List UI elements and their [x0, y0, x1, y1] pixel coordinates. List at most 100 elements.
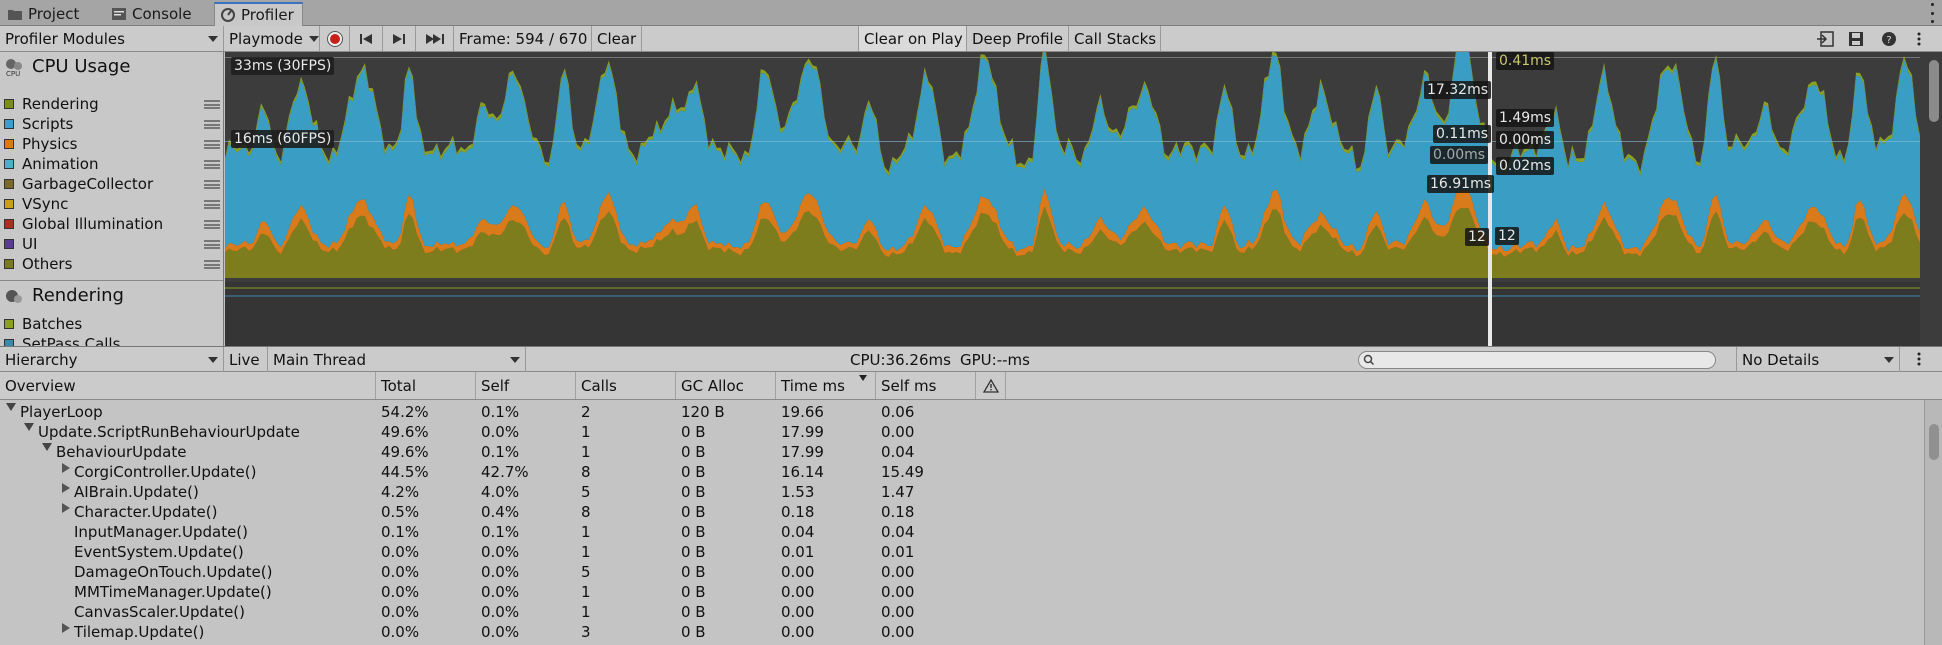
- table-row[interactable]: AIBrain.Update() 4.2% 4.0% 5 0 B 1.53 1.47: [0, 482, 1924, 502]
- search-icon: [1363, 354, 1375, 366]
- toolbar-menu-button[interactable]: [1910, 30, 1928, 48]
- column-overview[interactable]: Overview: [0, 372, 376, 399]
- cell-calls: 1: [581, 583, 591, 601]
- column-time-ms[interactable]: Time ms: [776, 372, 876, 399]
- legend-swatch[interactable]: [4, 159, 14, 169]
- table-row[interactable]: BehaviourUpdate 49.6% 0.1% 1 0 B 17.99 0.04: [0, 442, 1924, 462]
- table-row[interactable]: EventSystem.Update() 0.0% 0.0% 1 0 B 0.01 0.01: [0, 542, 1924, 562]
- legend-item-setpass-calls[interactable]: SetPass Calls: [4, 334, 220, 346]
- view-mode-dropdown[interactable]: Hierarchy: [0, 347, 224, 372]
- table-row[interactable]: DamageOnTouch.Update() 0.0% 0.0% 5 0 B 0.00 0.…: [0, 562, 1924, 582]
- profiler-modules-dropdown[interactable]: Profiler Modules: [0, 26, 224, 51]
- legend-swatch[interactable]: [4, 219, 14, 229]
- clear-button[interactable]: Clear: [592, 26, 642, 51]
- table-row[interactable]: Update.ScriptRunBehaviourUpdate 49.6% 0.0%…: [0, 422, 1924, 442]
- legend-swatch[interactable]: [4, 239, 14, 249]
- call-stacks-toggle[interactable]: Call Stacks: [1069, 26, 1161, 51]
- details-menu-button[interactable]: [1910, 350, 1928, 368]
- column-calls[interactable]: Calls: [576, 372, 676, 399]
- collapsed-arrow-icon[interactable]: [62, 503, 70, 513]
- collapsed-arrow-icon[interactable]: [62, 483, 70, 493]
- clear-on-play-toggle[interactable]: Clear on Play: [858, 26, 967, 51]
- column-time-ms-label: Time ms: [781, 376, 845, 395]
- rendering-module-header[interactable]: Rendering: [4, 285, 124, 306]
- search-input[interactable]: [1358, 351, 1716, 369]
- cell-time: 0.01: [781, 543, 815, 561]
- column-self-ms[interactable]: Self ms: [876, 372, 976, 399]
- legend-item-physics[interactable]: Physics: [4, 134, 220, 154]
- previous-frame-button[interactable]: [350, 26, 383, 51]
- cell-total: 0.0%: [381, 543, 420, 561]
- tab-profiler[interactable]: Profiler: [214, 2, 303, 26]
- column-gc-alloc[interactable]: GC Alloc: [676, 372, 776, 399]
- clear-on-play-label: Clear on Play: [864, 29, 963, 48]
- legend-item-rendering[interactable]: Rendering: [4, 94, 220, 114]
- column-warnings[interactable]: [976, 372, 1006, 399]
- drag-handle-icon[interactable]: [204, 160, 220, 169]
- column-self[interactable]: Self: [476, 372, 576, 399]
- legend-item-scripts[interactable]: Scripts: [4, 114, 220, 134]
- table-row[interactable]: Character.Update() 0.5% 0.4% 8 0 B 0.18 0.18: [0, 502, 1924, 522]
- legend-swatch[interactable]: [4, 99, 14, 109]
- hierarchy-scrollbar[interactable]: [1924, 400, 1942, 645]
- cpu-usage-chart[interactable]: 33ms (30FPS) 16ms (60FPS) 0.41ms 17.32ms…: [225, 52, 1942, 346]
- current-frame-button[interactable]: [416, 26, 454, 51]
- load-button[interactable]: [1816, 30, 1834, 48]
- details-dropdown[interactable]: No Details: [1736, 347, 1900, 372]
- tab-profiler-label: Profiler: [241, 6, 294, 24]
- chart-scrollbar[interactable]: [1928, 60, 1940, 336]
- expanded-arrow-icon[interactable]: [42, 443, 52, 451]
- legend-item-garbagecollector[interactable]: GarbageCollector: [4, 174, 220, 194]
- legend-swatch[interactable]: [4, 319, 14, 329]
- legend-item-global-illumination[interactable]: Global Illumination: [4, 214, 220, 234]
- expanded-arrow-icon[interactable]: [24, 423, 34, 431]
- table-row[interactable]: PlayerLoop 54.2% 0.1% 2 120 B 19.66 0.06: [0, 402, 1924, 422]
- tab-console[interactable]: Console: [106, 2, 200, 26]
- drag-handle-icon[interactable]: [204, 140, 220, 149]
- live-toggle[interactable]: Live: [224, 347, 268, 372]
- table-row[interactable]: MMTimeManager.Update() 0.0% 0.0% 1 0 B 0.00 0.…: [0, 582, 1924, 602]
- row-name: PlayerLoop: [20, 403, 103, 421]
- legend-swatch[interactable]: [4, 179, 14, 189]
- drag-handle-icon[interactable]: [204, 120, 220, 129]
- cpu-usage-module-header[interactable]: CPU CPU Usage: [4, 56, 130, 77]
- chart-scrollbar-thumb[interactable]: [1929, 60, 1939, 122]
- table-row[interactable]: Tilemap.Update() 0.0% 0.0% 3 0 B 0.00 0.00: [0, 622, 1924, 642]
- collapsed-arrow-icon[interactable]: [62, 463, 70, 473]
- drag-handle-icon[interactable]: [204, 100, 220, 109]
- save-button[interactable]: [1847, 30, 1865, 48]
- legend-swatch[interactable]: [4, 339, 14, 346]
- table-row[interactable]: InputManager.Update() 0.1% 0.1% 1 0 B 0.04 0.0…: [0, 522, 1924, 542]
- collapsed-arrow-icon[interactable]: [62, 623, 70, 633]
- legend-item-animation[interactable]: Animation: [4, 154, 220, 174]
- drag-handle-icon[interactable]: [204, 220, 220, 229]
- column-total[interactable]: Total: [376, 372, 476, 399]
- legend-swatch[interactable]: [4, 259, 14, 269]
- legend-item-batches[interactable]: Batches: [4, 314, 220, 334]
- cell-gc: 0 B: [681, 623, 706, 641]
- table-row[interactable]: CanvasScaler.Update() 0.0% 0.0% 1 0 B 0.00 0.0…: [0, 602, 1924, 622]
- legend-item-vsync[interactable]: VSync: [4, 194, 220, 214]
- chart-canvas[interactable]: [225, 52, 1942, 346]
- drag-handle-icon[interactable]: [204, 200, 220, 209]
- legend-swatch[interactable]: [4, 199, 14, 209]
- table-row[interactable]: CorgiController.Update() 44.5% 42.7% 8 0 B 16…: [0, 462, 1924, 482]
- target-dropdown[interactable]: Playmode: [224, 26, 320, 51]
- thread-dropdown[interactable]: Main Thread: [268, 347, 526, 372]
- hierarchy-scrollbar-thumb[interactable]: [1929, 424, 1939, 460]
- record-button[interactable]: [320, 26, 350, 51]
- legend-item-others[interactable]: Others: [4, 254, 220, 274]
- legend-swatch[interactable]: [4, 119, 14, 129]
- kebab-menu-icon[interactable]: [1928, 3, 1936, 23]
- deep-profile-toggle[interactable]: Deep Profile: [967, 26, 1069, 51]
- help-button[interactable]: ?: [1880, 30, 1898, 48]
- drag-handle-icon[interactable]: [204, 240, 220, 249]
- 60fps-line-label: 16ms (60FPS): [231, 130, 335, 148]
- next-frame-button[interactable]: [383, 26, 416, 51]
- drag-handle-icon[interactable]: [204, 260, 220, 269]
- expanded-arrow-icon[interactable]: [6, 403, 16, 411]
- tab-project[interactable]: Project: [2, 2, 87, 26]
- legend-item-ui[interactable]: UI: [4, 234, 220, 254]
- legend-swatch[interactable]: [4, 139, 14, 149]
- drag-handle-icon[interactable]: [204, 180, 220, 189]
